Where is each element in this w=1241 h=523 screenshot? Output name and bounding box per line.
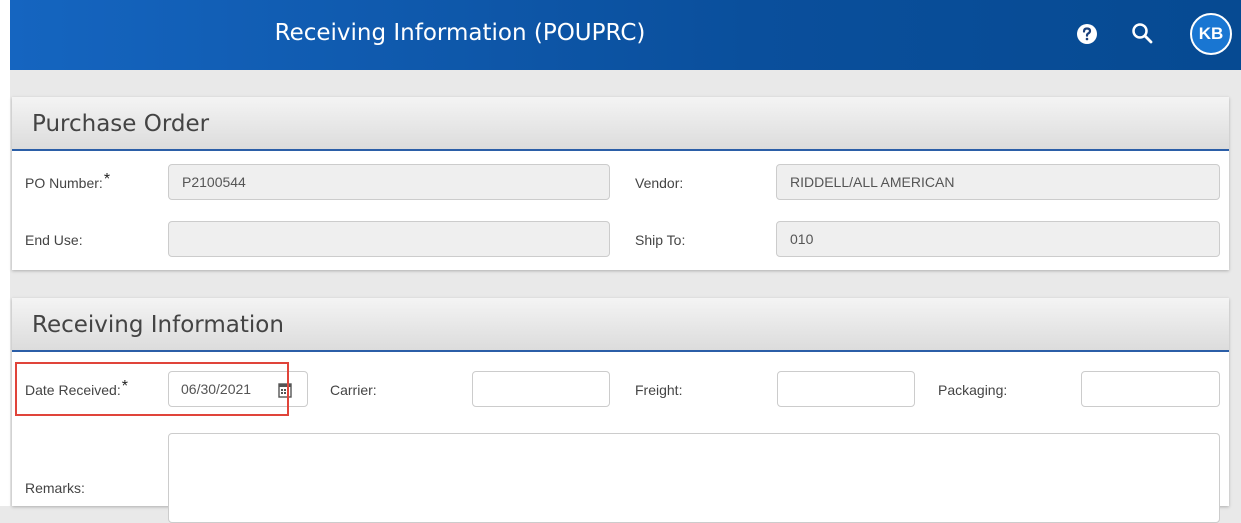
user-avatar[interactable]: KB xyxy=(1190,13,1232,55)
po-number-label-text: PO Number: xyxy=(25,175,103,191)
date-received-value: 06/30/2021 xyxy=(181,381,252,397)
po-number-field[interactable]: P2100544 xyxy=(168,164,610,200)
vendor-field[interactable]: RIDDELL/ALL AMERICAN xyxy=(776,164,1220,200)
required-asterisk: * xyxy=(103,171,111,188)
purchase-order-title: Purchase Order xyxy=(32,111,210,137)
remarks-textarea[interactable] xyxy=(168,433,1220,523)
required-asterisk: * xyxy=(121,378,128,395)
end-use-field[interactable] xyxy=(168,221,610,257)
freight-label: Freight: xyxy=(635,382,683,398)
packaging-input[interactable] xyxy=(1081,371,1220,407)
freight-input[interactable] xyxy=(777,371,915,407)
app-header: Receiving Information (POUPRC) KB xyxy=(10,0,1241,70)
left-margin xyxy=(0,0,10,506)
packaging-label: Packaging: xyxy=(938,382,1008,398)
search-icon[interactable] xyxy=(1130,21,1154,45)
purchase-order-header: Purchase Order xyxy=(12,97,1229,151)
question-circle-icon[interactable] xyxy=(1076,23,1098,45)
ship-to-label: Ship To: xyxy=(635,232,686,248)
vendor-label: Vendor: xyxy=(635,175,684,191)
date-received-label-text: Date Received: xyxy=(25,382,121,398)
page-title: Receiving Information (POUPRC) xyxy=(274,20,646,46)
remarks-label: Remarks: xyxy=(25,480,85,496)
carrier-input[interactable] xyxy=(472,371,610,407)
po-number-label: PO Number:* xyxy=(25,171,110,193)
date-received-label: Date Received:* xyxy=(25,378,128,400)
calendar-icon[interactable] xyxy=(278,382,292,398)
end-use-label: End Use: xyxy=(25,232,83,248)
ship-to-field[interactable]: 010 xyxy=(776,221,1220,257)
carrier-label: Carrier: xyxy=(330,382,377,398)
receiving-information-header: Receiving Information xyxy=(12,298,1229,352)
receiving-information-title: Receiving Information xyxy=(32,312,284,338)
